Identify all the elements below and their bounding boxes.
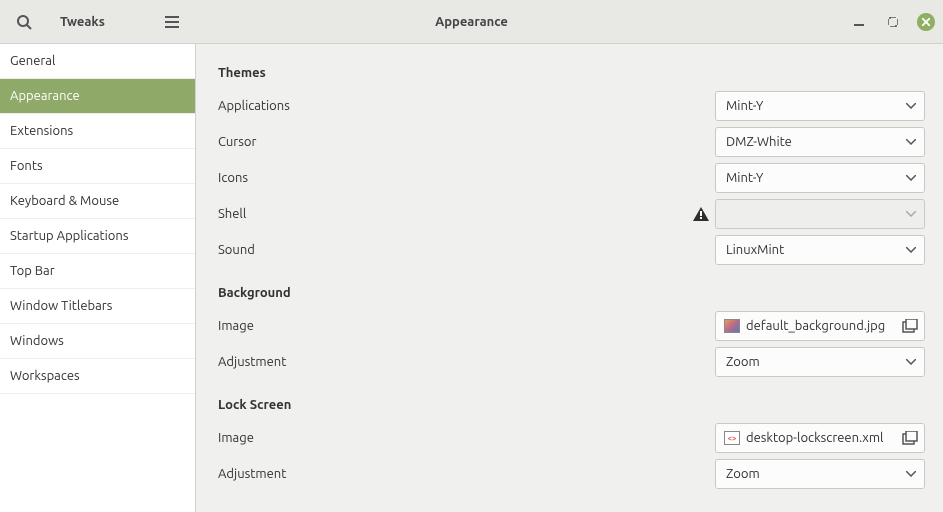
minimize-button[interactable]	[849, 12, 869, 32]
label-ls-image: Image	[218, 431, 715, 445]
page-title: Appearance	[435, 15, 508, 29]
combo-bg-adjustment[interactable]: Zoom	[715, 347, 925, 377]
row-cursor: Cursor DMZ-White	[218, 124, 925, 160]
filechooser-bg-image[interactable]: default_background.jpg	[715, 311, 925, 341]
filechooser-ls-image-value: desktop-lockscreen.xml	[746, 431, 896, 445]
row-ls-adjustment: Adjustment Zoom	[218, 456, 925, 492]
chevron-down-icon	[906, 175, 916, 181]
chevron-down-icon	[906, 471, 916, 477]
sidebar-item-fonts[interactable]: Fonts	[0, 149, 195, 184]
header-bar: Tweaks Appearance	[0, 0, 943, 44]
search-icon	[16, 14, 32, 30]
label-bg-adjustment: Adjustment	[218, 355, 715, 369]
xml-file-icon: <>	[724, 431, 740, 445]
close-icon	[922, 18, 930, 26]
image-thumb-icon	[724, 319, 740, 333]
combo-sound[interactable]: LinuxMint	[715, 235, 925, 265]
label-shell: Shell	[218, 207, 693, 221]
shell-warning	[693, 207, 709, 221]
filechooser-ls-image[interactable]: <> desktop-lockscreen.xml	[715, 423, 925, 453]
combo-applications-value: Mint-Y	[726, 99, 906, 113]
sidebar-item-appearance[interactable]: Appearance	[0, 79, 195, 114]
combo-ls-adjustment[interactable]: Zoom	[715, 459, 925, 489]
sidebar-item-startup-applications[interactable]: Startup Applications	[0, 219, 195, 254]
row-sound: Sound LinuxMint	[218, 232, 925, 268]
main-panel: Themes Applications Mint-Y Cursor DMZ-Wh…	[196, 44, 943, 512]
search-button[interactable]	[8, 6, 40, 38]
sidebar-item-extensions[interactable]: Extensions	[0, 114, 195, 149]
sidebar-item-keyboard-mouse[interactable]: Keyboard & Mouse	[0, 184, 195, 219]
minimize-icon	[854, 17, 864, 27]
app-title: Tweaks	[60, 15, 105, 29]
section-title-themes: Themes	[218, 66, 925, 80]
sidebar-item-top-bar[interactable]: Top Bar	[0, 254, 195, 289]
row-applications: Applications Mint-Y	[218, 88, 925, 124]
window-controls	[849, 12, 943, 32]
sidebar-item-general[interactable]: General	[0, 44, 195, 79]
combo-icons[interactable]: Mint-Y	[715, 163, 925, 193]
content: General Appearance Extensions Fonts Keyb…	[0, 44, 943, 512]
combo-cursor[interactable]: DMZ-White	[715, 127, 925, 157]
label-cursor: Cursor	[218, 135, 715, 149]
maximize-button[interactable]	[883, 12, 903, 32]
sidebar: General Appearance Extensions Fonts Keyb…	[0, 44, 196, 512]
label-bg-image: Image	[218, 319, 715, 333]
combo-applications[interactable]: Mint-Y	[715, 91, 925, 121]
label-ls-adjustment: Adjustment	[218, 467, 715, 481]
maximize-icon	[888, 17, 898, 27]
hamburger-icon	[165, 16, 179, 28]
combo-cursor-value: DMZ-White	[726, 135, 906, 149]
chevron-down-icon	[906, 139, 916, 145]
section-title-lockscreen: Lock Screen	[218, 398, 925, 412]
browse-icon	[902, 319, 918, 333]
sidebar-item-window-titlebars[interactable]: Window Titlebars	[0, 289, 195, 324]
row-bg-image: Image default_background.jpg	[218, 308, 925, 344]
chevron-down-icon	[906, 103, 916, 109]
header-left: Tweaks	[0, 6, 196, 38]
combo-ls-adjustment-value: Zoom	[726, 467, 906, 481]
close-button[interactable]	[917, 13, 935, 31]
chevron-down-icon	[906, 211, 916, 217]
menu-button[interactable]	[156, 6, 188, 38]
chevron-down-icon	[906, 247, 916, 253]
browse-icon	[902, 431, 918, 445]
combo-sound-value: LinuxMint	[726, 243, 906, 257]
label-icons: Icons	[218, 171, 715, 185]
combo-bg-adjustment-value: Zoom	[726, 355, 906, 369]
section-title-background: Background	[218, 286, 925, 300]
label-applications: Applications	[218, 99, 715, 113]
chevron-down-icon	[906, 359, 916, 365]
filechooser-bg-image-value: default_background.jpg	[746, 319, 896, 333]
row-bg-adjustment: Adjustment Zoom	[218, 344, 925, 380]
label-sound: Sound	[218, 243, 715, 257]
combo-shell	[715, 199, 925, 229]
row-icons: Icons Mint-Y	[218, 160, 925, 196]
row-shell: Shell	[218, 196, 925, 232]
warning-icon	[693, 207, 709, 221]
sidebar-item-windows[interactable]: Windows	[0, 324, 195, 359]
combo-icons-value: Mint-Y	[726, 171, 906, 185]
row-ls-image: Image <> desktop-lockscreen.xml	[218, 420, 925, 456]
sidebar-item-workspaces[interactable]: Workspaces	[0, 359, 195, 394]
